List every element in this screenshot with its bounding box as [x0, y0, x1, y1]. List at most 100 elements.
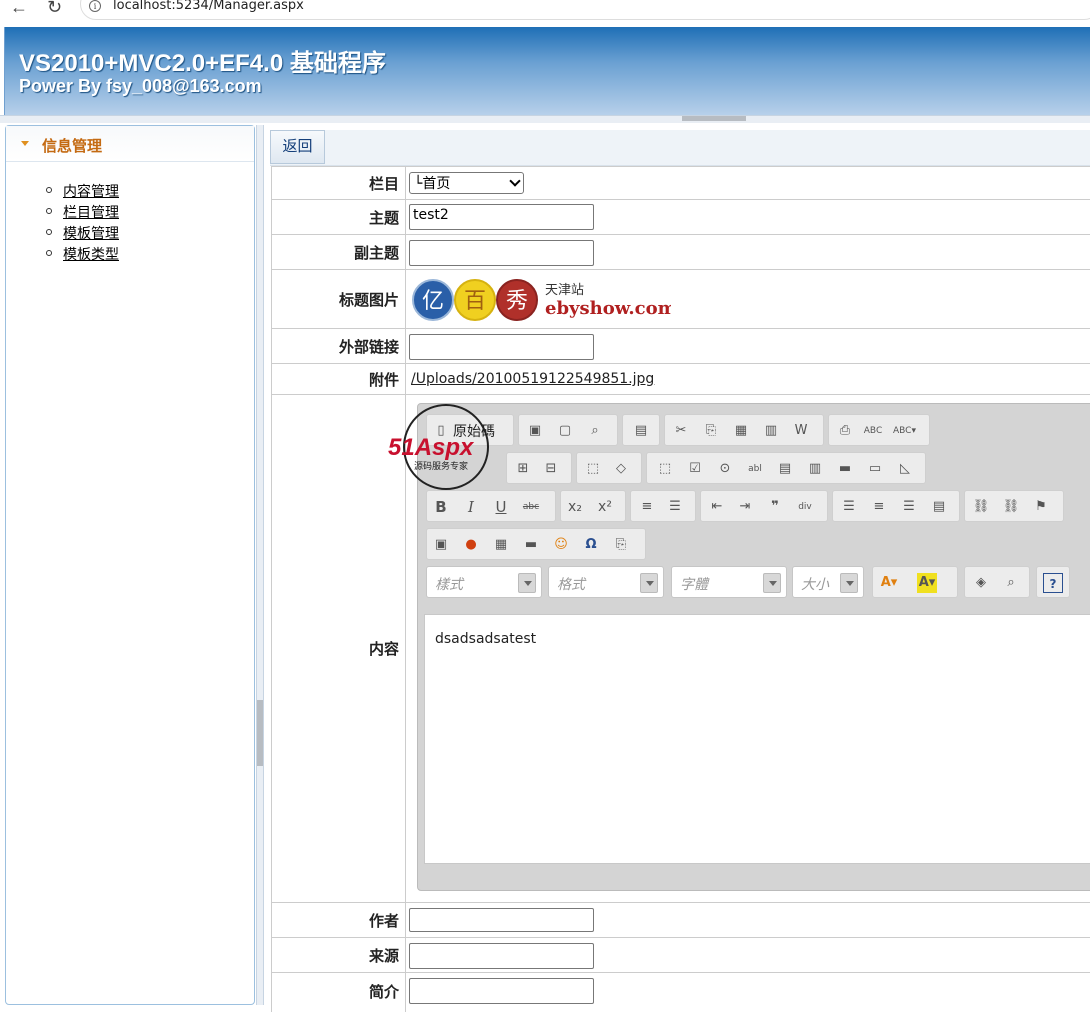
unlink-icon[interactable]: ⛓ [1001, 497, 1021, 517]
splitter-grip-vertical[interactable] [257, 700, 263, 766]
author-input[interactable] [409, 908, 594, 932]
link-icon[interactable]: ⛓ [971, 497, 991, 517]
textfield-icon[interactable]: abl [745, 459, 765, 479]
chevron-down-icon[interactable] [640, 573, 658, 593]
align-right-icon[interactable]: ☰ [899, 497, 919, 517]
form-icon[interactable]: ⬚ [655, 459, 675, 479]
bullet-icon [46, 229, 52, 235]
external-link-input[interactable] [409, 334, 594, 360]
anchor-flag-icon[interactable]: ⚑ [1031, 497, 1051, 517]
button-field-icon[interactable]: ▬ [835, 459, 855, 479]
spellcheck-as-you-type-icon[interactable]: ABC▾ [893, 421, 916, 441]
url-text[interactable]: localhost:5234/Manager.aspx [113, 0, 304, 13]
save-icon[interactable]: ▣ [525, 421, 545, 441]
sidebar-section-title[interactable]: 信息管理 [42, 135, 102, 156]
image-icon[interactable]: ▣ [431, 535, 451, 555]
outdent-icon[interactable]: ⇤ [707, 497, 727, 517]
bulleted-list-icon[interactable]: ☰ [665, 497, 685, 517]
form-row-attachment: 附件 /Uploads/20100519122549851.jpg [271, 363, 1090, 394]
align-left-icon[interactable]: ☰ [839, 497, 859, 517]
preview-icon[interactable]: ⌕ [585, 421, 605, 441]
reload-icon[interactable]: ↻ [47, 0, 62, 18]
chevron-down-icon[interactable] [840, 573, 858, 593]
special-char-icon[interactable]: Ω [581, 535, 601, 555]
column-select[interactable]: └首页 [409, 172, 524, 194]
blockquote-icon[interactable]: ❞ [765, 497, 785, 517]
font-combo[interactable]: 字體 [671, 566, 787, 598]
italic-icon[interactable]: I [461, 497, 481, 517]
editor-content-area[interactable]: dsadsadsatest [424, 614, 1090, 864]
format-combo[interactable]: 格式 [548, 566, 664, 598]
source-input[interactable] [409, 943, 594, 969]
info-icon[interactable]: i [89, 0, 101, 12]
paste-icon[interactable]: ▦ [731, 421, 751, 441]
radio-icon[interactable]: ⊙ [715, 459, 735, 479]
splitter-grip-horizontal[interactable] [682, 116, 746, 121]
subtitle-input[interactable] [409, 240, 594, 266]
sidebar: 信息管理 内容管理 栏目管理 模板管理 模板类型 [5, 125, 255, 1005]
size-combo[interactable]: 大小 [792, 566, 864, 598]
sidebar-section-header[interactable]: 信息管理 [6, 126, 254, 162]
vertical-splitter[interactable] [256, 125, 264, 1005]
align-justify-icon[interactable]: ▤ [929, 497, 949, 517]
page-break-icon[interactable]: ⎘ [611, 535, 631, 555]
subscript-icon[interactable]: x₂ [565, 497, 585, 517]
remove-format-icon[interactable]: ◇ [611, 459, 631, 479]
horizontal-rule-icon[interactable]: ▬ [521, 535, 541, 555]
field-value-cell [409, 235, 1090, 269]
find-icon[interactable]: ⊞ [513, 459, 533, 479]
hidden-field-icon[interactable]: ◺ [895, 459, 915, 479]
toolbar-group-indent: ⇤ ⇥ ❞ div [700, 490, 828, 522]
back-button[interactable]: 返回 [270, 130, 325, 164]
summary-input[interactable] [409, 978, 594, 1004]
select-field-icon[interactable]: ▥ [805, 459, 825, 479]
field-value-cell: test2 [409, 200, 1090, 234]
spellcheck-icon[interactable]: ABC [863, 421, 883, 441]
cut-icon[interactable]: ✂ [671, 421, 691, 441]
checkbox-icon[interactable]: ☑ [685, 459, 705, 479]
back-arrow-icon[interactable]: ← [10, 0, 28, 18]
background-color-icon[interactable]: A▾ [917, 573, 937, 593]
sidebar-link-content[interactable]: 内容管理 [63, 181, 119, 201]
print-icon[interactable]: ⎙ [835, 421, 855, 441]
toolbar-group-forms: ⬚ ☑ ⊙ abl ▤ ▥ ▬ ▭ ◺ [646, 452, 926, 484]
templates-icon[interactable]: ▤ [631, 421, 651, 441]
attachment-link[interactable]: /Uploads/20100519122549851.jpg [411, 371, 654, 387]
text-color-icon[interactable]: A▾ [879, 573, 899, 593]
field-value-cell: └首页 [409, 167, 1090, 199]
style-combo[interactable]: 樣式 [426, 566, 542, 598]
table-icon[interactable]: ▦ [491, 535, 511, 555]
paste-text-icon[interactable]: ▥ [761, 421, 781, 441]
field-value-cell [409, 938, 1090, 972]
chevron-down-icon[interactable] [518, 573, 536, 593]
copy-icon[interactable]: ⎘ [701, 421, 721, 441]
replace-icon[interactable]: ⊟ [541, 459, 561, 479]
flash-icon[interactable]: ● [461, 535, 481, 555]
underline-icon[interactable]: U [491, 497, 511, 517]
sidebar-link-template[interactable]: 模板管理 [63, 223, 119, 243]
select-all-icon[interactable]: ⬚ [583, 459, 603, 479]
sidebar-link-template-type[interactable]: 模板类型 [63, 244, 119, 264]
show-blocks-icon[interactable]: ⌕ [1001, 573, 1021, 593]
maximize-icon[interactable]: ◈ [971, 573, 991, 593]
help-icon[interactable]: ? [1043, 573, 1063, 593]
superscript-icon[interactable]: x² [595, 497, 615, 517]
indent-icon[interactable]: ⇥ [735, 497, 755, 517]
sidebar-link-column[interactable]: 栏目管理 [63, 202, 119, 222]
strikethrough-icon[interactable]: abc [521, 497, 541, 517]
field-value-cell: 亿 百 秀 天津站 ebyshow.com [409, 270, 1090, 328]
chevron-down-icon[interactable] [763, 573, 781, 593]
numbered-list-icon[interactable]: ≡ [637, 497, 657, 517]
subject-input[interactable]: test2 [409, 204, 594, 230]
expand-caret-icon[interactable] [21, 141, 29, 146]
paste-word-icon[interactable]: W [791, 421, 811, 441]
textarea-icon[interactable]: ▤ [775, 459, 795, 479]
bold-icon[interactable]: B [431, 497, 451, 517]
create-div-icon[interactable]: div [795, 497, 815, 517]
align-center-icon[interactable]: ≡ [869, 497, 889, 517]
smiley-icon[interactable]: ☺ [551, 535, 571, 555]
image-button-icon[interactable]: ▭ [865, 459, 885, 479]
new-page-icon[interactable]: ▢ [555, 421, 575, 441]
editor-content-text[interactable]: dsadsadsatest [435, 631, 536, 647]
horizontal-splitter[interactable] [0, 115, 1090, 123]
